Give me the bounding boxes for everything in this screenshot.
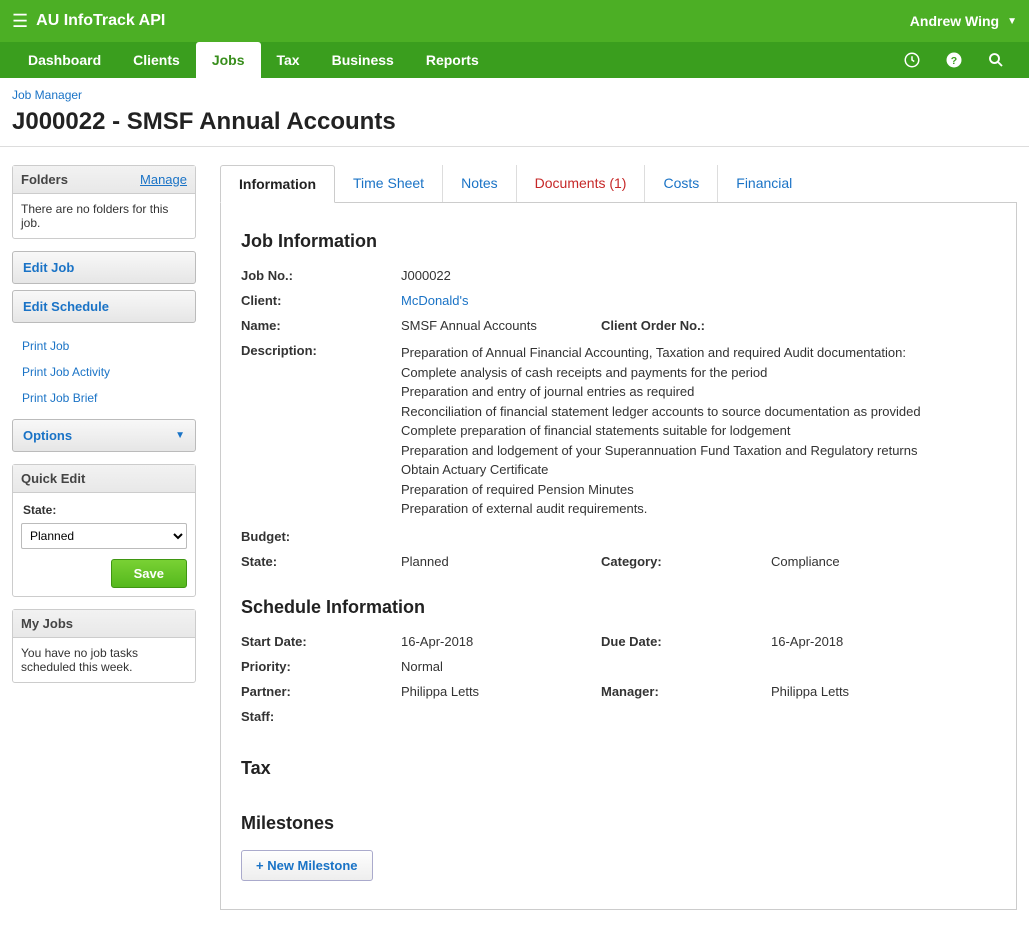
hamburger-icon[interactable]: ☰ bbox=[12, 11, 28, 32]
tab-documents[interactable]: Documents (1) bbox=[517, 165, 646, 202]
tab-content: Job Information Job No.: J000022 Client:… bbox=[220, 203, 1017, 910]
quick-edit-title: Quick Edit bbox=[21, 471, 85, 486]
folders-empty-text: There are no folders for this job. bbox=[13, 194, 195, 238]
options-label: Options bbox=[23, 428, 72, 443]
milestones-title: Milestones bbox=[241, 813, 996, 834]
chevron-down-icon: ▼ bbox=[1007, 16, 1017, 27]
folders-title: Folders bbox=[21, 172, 68, 187]
nav-dashboard[interactable]: Dashboard bbox=[12, 42, 117, 78]
help-icon[interactable]: ? bbox=[933, 51, 975, 69]
options-dropdown[interactable]: Options ▼ bbox=[12, 419, 196, 452]
category-label: Category: bbox=[601, 554, 771, 569]
page-title: J000022 - SMSF Annual Accounts bbox=[0, 106, 1029, 146]
breadcrumb-parent[interactable]: Job Manager bbox=[12, 88, 82, 102]
name-value: SMSF Annual Accounts bbox=[401, 318, 601, 333]
state-row-value: Planned bbox=[401, 554, 601, 569]
tax-title: Tax bbox=[241, 758, 996, 779]
print-job-brief-link[interactable]: Print Job Brief bbox=[16, 385, 192, 411]
edit-job-button[interactable]: Edit Job bbox=[12, 251, 196, 284]
manager-label: Manager: bbox=[601, 684, 771, 699]
job-no-label: Job No.: bbox=[241, 268, 401, 283]
due-date-label: Due Date: bbox=[601, 634, 771, 649]
client-label: Client: bbox=[241, 293, 401, 308]
nav-left: Dashboard Clients Jobs Tax Business Repo… bbox=[12, 42, 495, 78]
print-links: Print Job Print Job Activity Print Job B… bbox=[12, 329, 196, 419]
top-bar: ☰ AU InfoTrack API Andrew Wing ▼ bbox=[0, 0, 1029, 42]
manager-value: Philippa Letts bbox=[771, 684, 996, 699]
client-order-value bbox=[771, 318, 996, 333]
app-title: AU InfoTrack API bbox=[36, 12, 165, 30]
budget-label: Budget: bbox=[241, 529, 401, 544]
save-button[interactable]: Save bbox=[111, 559, 187, 588]
chevron-down-icon: ▼ bbox=[175, 430, 185, 441]
new-milestone-button[interactable]: + New Milestone bbox=[241, 850, 373, 881]
partner-value: Philippa Letts bbox=[401, 684, 601, 699]
budget-value bbox=[401, 529, 996, 544]
nav-right: ? bbox=[891, 42, 1017, 78]
state-row-label: State: bbox=[241, 554, 401, 569]
search-icon[interactable] bbox=[975, 51, 1017, 69]
name-label: Name: bbox=[241, 318, 401, 333]
priority-value: Normal bbox=[401, 659, 996, 674]
start-date-label: Start Date: bbox=[241, 634, 401, 649]
job-info-title: Job Information bbox=[241, 231, 996, 252]
description-value: Preparation of Annual Financial Accounti… bbox=[401, 343, 996, 519]
edit-schedule-button[interactable]: Edit Schedule bbox=[12, 290, 196, 323]
tab-costs[interactable]: Costs bbox=[645, 165, 718, 202]
nav-clients[interactable]: Clients bbox=[117, 42, 196, 78]
nav-reports[interactable]: Reports bbox=[410, 42, 495, 78]
staff-label: Staff: bbox=[241, 709, 401, 724]
state-select[interactable]: Planned bbox=[21, 523, 187, 549]
manage-folders-link[interactable]: Manage bbox=[140, 172, 187, 187]
state-label: State: bbox=[21, 501, 187, 523]
print-job-activity-link[interactable]: Print Job Activity bbox=[16, 359, 192, 385]
folders-panel: Folders Manage There are no folders for … bbox=[12, 165, 196, 239]
nav-business[interactable]: Business bbox=[316, 42, 410, 78]
nav-jobs[interactable]: Jobs bbox=[196, 42, 261, 78]
main-content: Information Time Sheet Notes Documents (… bbox=[220, 165, 1017, 910]
tab-information[interactable]: Information bbox=[220, 165, 335, 203]
description-label: Description: bbox=[241, 343, 401, 519]
user-name: Andrew Wing bbox=[910, 13, 999, 29]
tab-notes[interactable]: Notes bbox=[443, 165, 517, 202]
schedule-info-title: Schedule Information bbox=[241, 597, 996, 618]
user-menu[interactable]: Andrew Wing ▼ bbox=[910, 13, 1017, 29]
tab-financial[interactable]: Financial bbox=[718, 165, 810, 202]
main-nav: Dashboard Clients Jobs Tax Business Repo… bbox=[0, 42, 1029, 78]
staff-value bbox=[401, 709, 996, 724]
nav-tax[interactable]: Tax bbox=[261, 42, 316, 78]
my-jobs-title: My Jobs bbox=[21, 616, 73, 631]
due-date-value: 16-Apr-2018 bbox=[771, 634, 996, 649]
priority-label: Priority: bbox=[241, 659, 401, 674]
client-link[interactable]: McDonald's bbox=[401, 293, 996, 308]
print-job-link[interactable]: Print Job bbox=[16, 333, 192, 359]
sidebar: Folders Manage There are no folders for … bbox=[12, 165, 196, 910]
tab-time-sheet[interactable]: Time Sheet bbox=[335, 165, 443, 202]
partner-label: Partner: bbox=[241, 684, 401, 699]
tabs: Information Time Sheet Notes Documents (… bbox=[220, 165, 1017, 203]
category-value: Compliance bbox=[771, 554, 996, 569]
clock-icon[interactable] bbox=[891, 51, 933, 69]
job-no-value: J000022 bbox=[401, 268, 996, 283]
svg-text:?: ? bbox=[951, 55, 957, 67]
client-order-label: Client Order No.: bbox=[601, 318, 771, 333]
start-date-value: 16-Apr-2018 bbox=[401, 634, 601, 649]
breadcrumb: Job Manager bbox=[0, 78, 1029, 106]
my-jobs-panel: My Jobs You have no job tasks scheduled … bbox=[12, 609, 196, 683]
quick-edit-panel: Quick Edit State: Planned Save bbox=[12, 464, 196, 597]
my-jobs-text: You have no job tasks scheduled this wee… bbox=[13, 638, 195, 682]
